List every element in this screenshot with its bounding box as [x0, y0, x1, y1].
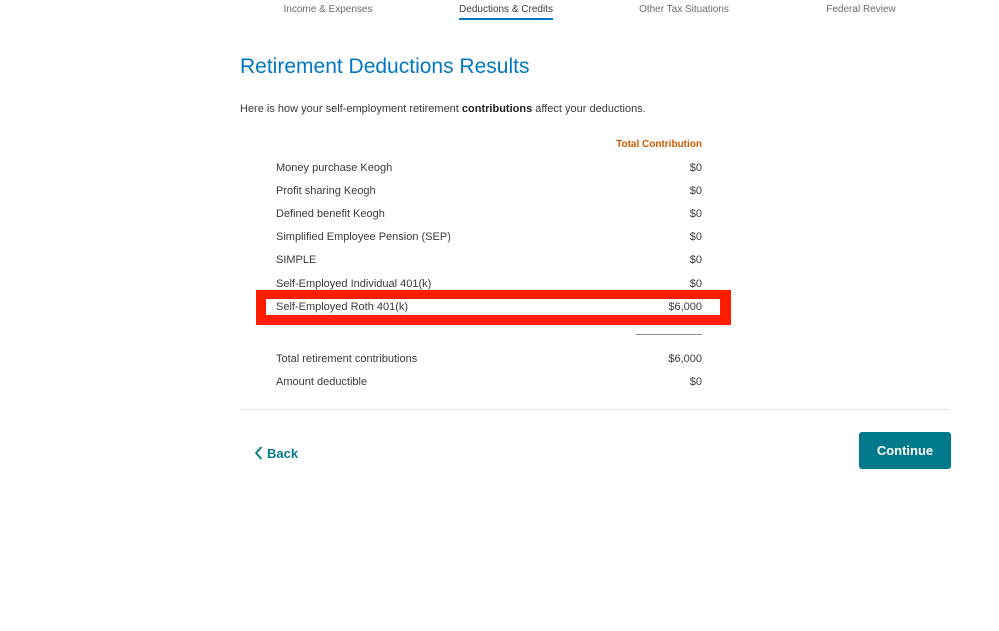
table-row-amount-deductible: Amount deductible $0: [276, 374, 702, 392]
intro-text-start: Here is how your self-employment retirem…: [240, 103, 462, 115]
row-value: $0: [689, 185, 702, 197]
row-value: $0: [689, 231, 702, 243]
row-label: Simplified Employee Pension (SEP): [276, 231, 451, 243]
progress-nav: Income & Expenses Deductions & Credits O…: [0, 0, 999, 24]
chevron-left-icon: [254, 446, 263, 460]
column-header-total-contribution: Total Contribution: [616, 139, 702, 150]
row-label: Self-Employed Individual 401(k): [276, 278, 432, 290]
row-value: $6,000: [668, 353, 702, 365]
row-value: $0: [689, 208, 702, 220]
tab-other-tax-situations[interactable]: Other Tax Situations: [639, 4, 729, 15]
row-label: SIMPLE: [276, 254, 317, 266]
row-label: Self-Employed Roth 401(k): [276, 301, 409, 313]
table-row-total-contributions: Total retirement contributions $6,000: [276, 351, 702, 369]
table-row-roth-401k: Self-Employed Roth 401(k) $6,000: [276, 299, 702, 317]
intro-text-end: affect your deductions.: [532, 103, 646, 115]
row-value: $0: [689, 254, 702, 266]
row-label: Money purchase Keogh: [276, 162, 393, 174]
intro-text: Here is how your self-employment retirem…: [240, 103, 646, 115]
row-value: $0: [689, 278, 702, 290]
back-button-label: Back: [267, 445, 299, 461]
row-label: Amount deductible: [276, 376, 368, 388]
row-label: Defined benefit Keogh: [276, 208, 385, 220]
row-value: $0: [689, 376, 702, 388]
continue-button[interactable]: Continue: [859, 432, 951, 469]
tab-deductions-credits[interactable]: Deductions & Credits: [459, 4, 553, 20]
table-row-sep: Simplified Employee Pension (SEP) $0: [276, 229, 702, 247]
row-label: Profit sharing Keogh: [276, 185, 376, 197]
tab-federal-review[interactable]: Federal Review: [826, 4, 895, 15]
table-row-defined-benefit-keogh: Defined benefit Keogh $0: [276, 206, 702, 224]
table-row-individual-401k: Self-Employed Individual 401(k) $0: [276, 276, 702, 294]
row-label: Total retirement contributions: [276, 353, 418, 365]
table-row-money-purchase-keogh: Money purchase Keogh $0: [276, 160, 702, 178]
table-row-profit-sharing-keogh: Profit sharing Keogh $0: [276, 183, 702, 201]
back-button[interactable]: Back: [254, 443, 298, 463]
row-value: $0: [689, 162, 702, 174]
tab-income-expenses[interactable]: Income & Expenses: [284, 4, 373, 15]
table-row-simple: SIMPLE $0: [276, 252, 702, 270]
intro-text-bold: contributions: [461, 103, 533, 115]
sum-divider: [636, 334, 702, 335]
row-value: $6,000: [668, 301, 702, 313]
section-divider: [240, 409, 950, 410]
page-title: Retirement Deductions Results: [240, 55, 530, 78]
